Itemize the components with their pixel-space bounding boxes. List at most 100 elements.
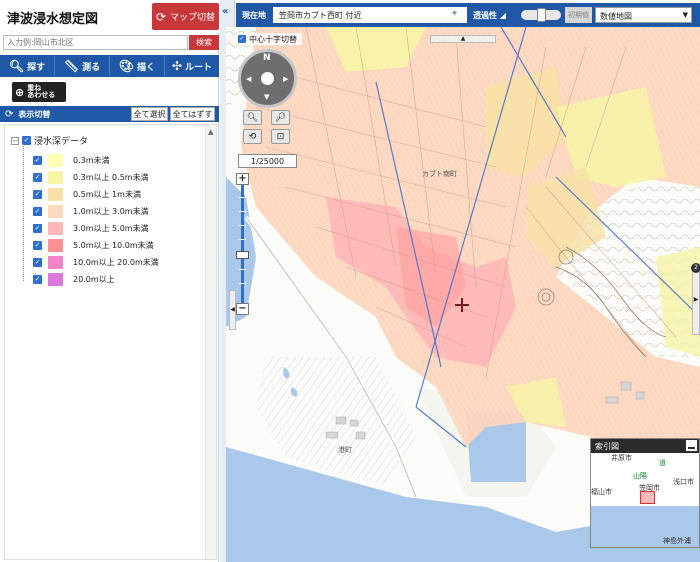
search-input[interactable] bbox=[3, 35, 188, 50]
legend-swatch bbox=[48, 205, 63, 218]
select-all-button[interactable]: 全て選択 bbox=[131, 107, 168, 121]
legend-label: 20.0m以上 bbox=[73, 275, 115, 284]
index-city-label: 井原市 bbox=[611, 454, 632, 462]
scale-display: 1/25000 bbox=[238, 154, 297, 168]
legend-swatch bbox=[48, 273, 63, 286]
location-bar: 現在地 笠岡市カブト西町 付近 ⌖ 透過性 ◢ 初期値 数値地図 ▼ bbox=[236, 3, 700, 27]
zoom-handle[interactable] bbox=[236, 251, 249, 259]
index-map-body[interactable]: 井原市 道 山陽 浅口市 福山市 笠岡市 神島外浦 bbox=[591, 453, 699, 547]
double-chevron-left-icon[interactable]: « bbox=[222, 6, 228, 17]
zoom-out-button[interactable]: 🔎︎ bbox=[271, 110, 290, 125]
center-crosshair-toggle[interactable]: ✓ 中心十字切替 bbox=[236, 33, 302, 45]
legend-checkbox[interactable]: ✓ bbox=[33, 190, 42, 199]
legend-checkbox[interactable]: ✓ bbox=[33, 241, 42, 250]
compass-north-label: N bbox=[263, 53, 271, 63]
count-badge: 2 bbox=[691, 263, 700, 273]
overlay-line-2: あわせる bbox=[27, 91, 56, 99]
zoom-minus-button[interactable]: − bbox=[236, 303, 249, 315]
scroll-up-icon[interactable]: ▲ bbox=[208, 128, 213, 136]
legend-checkbox[interactable]: ✓ bbox=[33, 258, 42, 267]
legend-label: 0.3m以上 0.5m未満 bbox=[73, 173, 149, 182]
crosshair-vertical bbox=[461, 298, 463, 312]
center-crosshair-checkbox[interactable]: ✓ bbox=[238, 35, 246, 43]
legend-item: ✓ 3.0m以上 5.0m未満 bbox=[33, 220, 159, 237]
minimize-button[interactable] bbox=[686, 440, 697, 451]
tool-search[interactable]: 🔍︎ 探す bbox=[0, 55, 55, 77]
route-icon: ✣ bbox=[171, 59, 183, 73]
legend-checkbox[interactable]: ✓ bbox=[33, 224, 42, 233]
transparency-label: 透過性 ◢ bbox=[473, 11, 506, 20]
legend-checkbox[interactable]: ✓ bbox=[33, 156, 42, 165]
basemap-value: 数値地図 bbox=[600, 12, 632, 21]
legend-swatch bbox=[48, 222, 63, 235]
zoom-slider[interactable]: + − bbox=[236, 173, 249, 315]
title-row: 津波浸水想定図 ⟳ マップ切替 bbox=[0, 0, 219, 33]
pan-down-icon[interactable]: ▼ bbox=[264, 93, 269, 101]
legend-label: 3.0m以上 5.0m未満 bbox=[73, 224, 149, 233]
app-title: 津波浸水想定図 bbox=[7, 12, 99, 27]
legend-list: ✓ 0.3m未満 ✓ 0.3m以上 0.5m未満 ✓ 0.5m以上 1m未満 ✓ bbox=[33, 152, 159, 288]
transparency-slider-handle[interactable] bbox=[537, 8, 546, 22]
chevron-down-icon: ▼ bbox=[682, 11, 688, 19]
layer-root-label: 浸水深データ bbox=[34, 137, 89, 147]
rotate-reset-button[interactable]: ⟲ bbox=[243, 129, 262, 144]
town-label: 港町 bbox=[338, 446, 352, 454]
top-panel-tab[interactable]: ▲ bbox=[430, 35, 496, 43]
pan-left-icon[interactable]: ◀ bbox=[246, 75, 251, 83]
zoom-tick bbox=[239, 269, 246, 270]
pan-right-icon[interactable]: ▶ bbox=[283, 75, 288, 83]
zoom-track[interactable] bbox=[241, 185, 244, 303]
collapse-toggle[interactable]: − bbox=[11, 136, 19, 145]
legend-checkbox[interactable]: ✓ bbox=[33, 275, 42, 284]
legend-swatch bbox=[48, 188, 63, 201]
search-button[interactable]: 検索 bbox=[189, 35, 219, 50]
tool-measure[interactable]: 📏︎ 測る bbox=[55, 55, 110, 77]
basemap-select[interactable]: 数値地図 ▼ bbox=[595, 7, 692, 23]
tree-guide-line bbox=[23, 144, 24, 281]
index-map[interactable]: 索引図 井原市 道 山陽 浅口市 福山市 笠岡市 神島外浦 bbox=[590, 438, 700, 548]
legend-label: 0.3m未満 bbox=[73, 156, 110, 165]
left-side-tab[interactable]: ◀ bbox=[229, 290, 236, 330]
tree-scrollbar[interactable]: ▲ bbox=[205, 125, 216, 559]
map-switch-button[interactable]: ⟳ マップ切替 bbox=[152, 3, 219, 30]
zoom-tick bbox=[239, 211, 246, 212]
legend-swatch bbox=[48, 239, 63, 252]
legend-checkbox[interactable]: ✓ bbox=[33, 207, 42, 216]
deselect-all-button[interactable]: 全てはずす bbox=[170, 107, 215, 121]
pan-center[interactable] bbox=[261, 72, 274, 85]
overlay-button[interactable]: ⊕ 重ね あわせる bbox=[12, 82, 66, 102]
legend-item: ✓ 20.0m以上 bbox=[33, 271, 159, 288]
overlay-label: 重ね あわせる bbox=[27, 85, 55, 99]
index-city-label: 浅口市 bbox=[673, 478, 694, 486]
refresh-icon: ⟳ bbox=[155, 9, 167, 24]
map-switch-label: マップ切替 bbox=[170, 13, 216, 23]
legend-label: 5.0m以上 10.0m未満 bbox=[73, 241, 154, 250]
pan-control[interactable]: N ◀ ▶ ▼ bbox=[238, 49, 297, 108]
ruler-icon: 📏︎ bbox=[63, 59, 80, 73]
legend-item: ✓ 0.3m以上 0.5m未満 bbox=[33, 169, 159, 186]
legend-swatch bbox=[48, 256, 63, 269]
crosshair-icon[interactable]: ⌖ bbox=[452, 9, 457, 19]
zoom-in-button[interactable]: 🔍︎ bbox=[243, 110, 262, 125]
legend-item: ✓ 5.0m以上 10.0m未満 bbox=[33, 237, 159, 254]
legend-label: 10.0m以上 20.0m未満 bbox=[73, 258, 159, 267]
fit-view-button[interactable]: ⊡ bbox=[271, 129, 290, 144]
location-value: 笠岡市カブト西町 付近 bbox=[273, 7, 467, 23]
location-label: 現在地 bbox=[242, 11, 266, 20]
magnifier-icon: 🔍︎ bbox=[8, 59, 25, 73]
index-road-label: 道 bbox=[659, 459, 666, 467]
tool-route-label: ルート bbox=[185, 62, 213, 73]
town-label: カブト南町 bbox=[422, 170, 457, 178]
tool-measure-label: 測る bbox=[82, 62, 101, 73]
tool-draw[interactable]: 🎨︎ 描く bbox=[110, 55, 165, 77]
reset-button[interactable]: 初期値 bbox=[565, 7, 592, 23]
left-panel: 津波浸水想定図 ⟳ マップ切替 検索 🔍︎ 探す 📏︎ 測る 🎨︎ 描く bbox=[0, 0, 219, 562]
zoom-plus-button[interactable]: + bbox=[236, 173, 249, 185]
index-view-marker[interactable] bbox=[640, 491, 655, 504]
zoom-tick bbox=[239, 283, 246, 284]
right-side-tab[interactable]: ▶ bbox=[692, 265, 700, 335]
tool-draw-label: 描く bbox=[137, 62, 156, 73]
tool-route[interactable]: ✣ ルート bbox=[165, 55, 219, 77]
legend-checkbox[interactable]: ✓ bbox=[33, 173, 42, 182]
legend-item: ✓ 10.0m以上 20.0m未満 bbox=[33, 254, 159, 271]
